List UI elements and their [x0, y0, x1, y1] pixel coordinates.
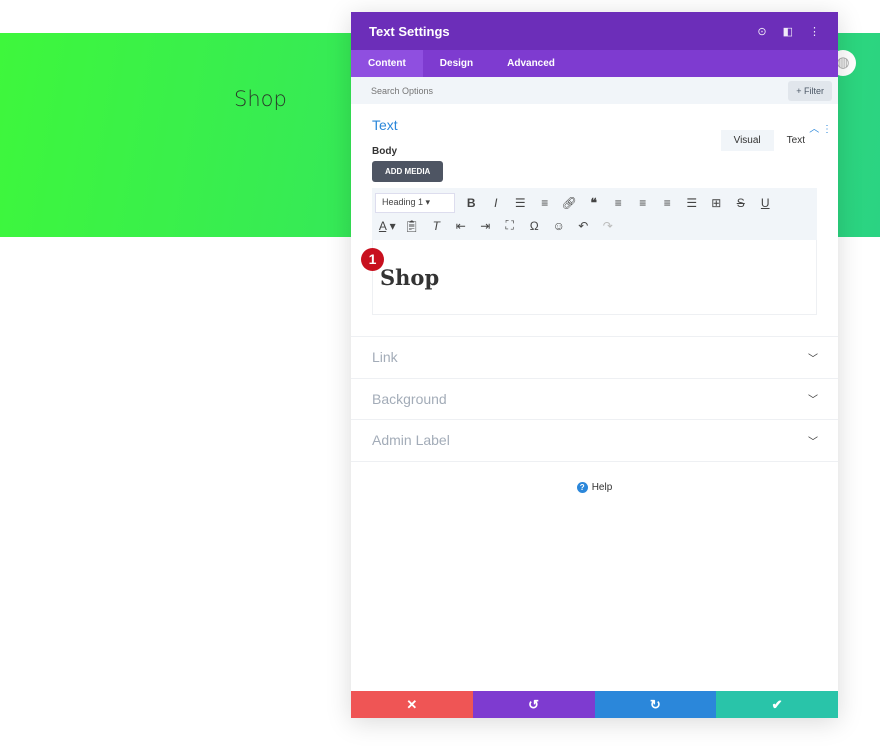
blockquote-icon[interactable]: ❝	[582, 196, 607, 210]
indent-icon[interactable]: ⇥	[473, 219, 498, 233]
redo-button[interactable]: ↻	[594, 691, 717, 718]
justify-icon[interactable]: ☰	[680, 196, 705, 210]
emoji-icon[interactable]: ☺	[547, 219, 572, 233]
italic-icon[interactable]: I	[484, 196, 509, 210]
text-color-icon[interactable]: A ▾	[375, 219, 400, 233]
omega-icon[interactable]: Ω	[522, 219, 547, 233]
strikethrough-icon[interactable]: S	[729, 196, 754, 210]
tab-design[interactable]: Design	[423, 50, 490, 77]
bold-icon[interactable]: B	[459, 196, 484, 210]
editor-toolbar: Heading 1 ▾ B I ☰ ≡ 🔗︎ ❝ ≡ ≡ ≡ ☰ ⊞ S U A…	[372, 188, 817, 240]
editor-heading: Shop	[380, 265, 440, 290]
table-icon[interactable]: ⊞	[704, 196, 729, 210]
text-tab[interactable]: Text	[774, 130, 818, 151]
filter-button[interactable]: + Filter	[788, 80, 832, 101]
add-media-button[interactable]: ADD MEDIA	[372, 161, 444, 182]
save-button[interactable]: ✔	[716, 691, 838, 718]
format-select[interactable]: Heading 1 ▾	[375, 192, 455, 213]
modal-tabs: Content Design Advanced	[351, 50, 838, 77]
align-left-icon[interactable]: ≡	[606, 196, 631, 210]
align-right-icon[interactable]: ≡	[655, 196, 680, 210]
chevron-down-icon: ﹀	[808, 395, 818, 407]
tab-content[interactable]: Content	[351, 50, 423, 77]
bullet-list-icon[interactable]: ☰	[508, 196, 533, 210]
fullscreen-icon[interactable]: ⛶	[498, 218, 523, 233]
redo-icon[interactable]: ↷	[596, 219, 621, 233]
search-bar: + Filter	[351, 77, 838, 104]
numbered-list-icon[interactable]: ≡	[533, 196, 558, 210]
align-center-icon[interactable]: ≡	[631, 196, 656, 210]
step-badge: 1	[361, 248, 384, 271]
focus-icon[interactable]: ⊙	[757, 25, 766, 38]
help-label: Help	[591, 481, 613, 493]
paste-icon[interactable]: 📋︎	[400, 219, 425, 233]
banner-heading: Shop	[234, 87, 287, 111]
section-background[interactable]: Background ﹀	[351, 377, 838, 420]
modal-footer: ✕ ↺ ↻ ✔	[351, 691, 838, 718]
modal-title: Text Settings	[369, 23, 450, 39]
search-options-input[interactable]	[371, 85, 789, 96]
outdent-icon[interactable]: ⇤	[449, 219, 474, 233]
link-icon[interactable]: 🔗︎	[557, 196, 582, 210]
text-settings-modal: Text Settings ⊙ ◧ ⋮ Content Design Advan…	[351, 12, 838, 718]
section-admin-label[interactable]: Admin Label ﹀	[351, 419, 838, 461]
format-select-value: Heading 1	[382, 196, 424, 207]
tab-advanced[interactable]: Advanced	[490, 50, 572, 77]
visual-tab[interactable]: Visual	[720, 130, 774, 151]
editor-mode-tabs: Visual Text	[720, 130, 818, 151]
undo-button[interactable]: ↺	[472, 691, 595, 718]
section-title: Admin Label	[372, 432, 450, 449]
modal-header[interactable]: Text Settings ⊙ ◧ ⋮	[351, 12, 838, 50]
more-options-icon[interactable]: ⋮	[809, 25, 820, 38]
chevron-down-icon: ﹀	[808, 353, 818, 365]
clear-format-icon[interactable]: T	[424, 219, 449, 233]
undo-icon[interactable]: ↶	[571, 219, 596, 233]
cancel-button[interactable]: ✕	[351, 691, 473, 718]
section-title: Link	[372, 349, 398, 366]
section-link[interactable]: Link ﹀	[351, 336, 838, 378]
help-icon: ?	[576, 481, 588, 493]
section-title: Background	[372, 390, 447, 407]
sidebar-toggle-icon[interactable]: ◧	[783, 25, 793, 38]
editor-content[interactable]: Shop	[372, 240, 817, 315]
chevron-down-icon: ﹀	[808, 436, 818, 448]
help-link[interactable]: ? Help	[351, 481, 838, 493]
underline-icon[interactable]: U	[753, 196, 778, 210]
